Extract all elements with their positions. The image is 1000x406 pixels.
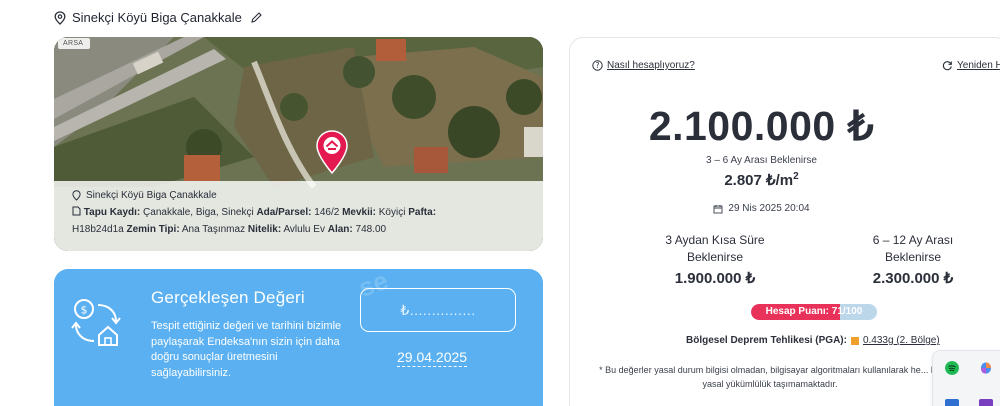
location-pin-icon xyxy=(72,190,81,201)
how-we-calculate-link[interactable]: ? Nasıl hesaplıyoruz? xyxy=(592,60,695,71)
document-icon xyxy=(72,206,81,216)
app-icon[interactable] xyxy=(979,399,993,406)
copilot-icon[interactable] xyxy=(979,361,993,375)
mevki-value: Köyiçi xyxy=(378,207,406,218)
spotify-icon[interactable] xyxy=(945,361,959,375)
realized-value-description: Tespit ettiğiniz değeri ve tarihini bizi… xyxy=(151,320,342,379)
how-we-calculate-text[interactable]: Nasıl hesaplıyoruz? xyxy=(607,60,695,71)
ada-value: 146/2 xyxy=(314,207,340,218)
parcel-location-text: Sinekçi Köyü Biga Çanakkale xyxy=(86,190,217,201)
price-condition: 3 – 6 Ay Arası Beklenirse xyxy=(706,155,817,166)
alan-label: Alan: xyxy=(327,224,353,235)
realized-value-card: se $ Gerçekleşen Değeri Tespit ettiğiniz… xyxy=(54,269,543,406)
risk-level-swatch xyxy=(850,336,859,345)
valuation-datetime-text: 29 Nis 2025 20:04 xyxy=(728,203,810,214)
property-type-tag: ARSA xyxy=(58,38,91,49)
satellite-map-card[interactable]: ARSA Sinekçi Köyü Biga Çanakkale Tapu Ka… xyxy=(54,37,543,251)
recalculate-link[interactable]: Yeniden H xyxy=(942,60,1000,71)
realized-value-input[interactable]: ₺............... xyxy=(360,288,516,332)
map-marker-icon[interactable] xyxy=(316,130,348,174)
zemin-value: Ana Taşınmaz xyxy=(181,224,246,235)
m2-superscript: 2 xyxy=(793,171,799,182)
nitelik-label: Nitelik: xyxy=(247,224,282,235)
long-term-label-2: Beklenirse xyxy=(884,250,942,264)
location-header-text: Sinekçi Köyü Biga Çanakkale xyxy=(72,10,242,25)
svg-text:?: ? xyxy=(596,61,600,70)
long-term-label-1: 6 – 12 Ay Arası xyxy=(872,233,954,247)
zemin-label: Zemin Tipi: xyxy=(126,224,180,235)
short-term-label-1: 3 Aydan Kısa Süre xyxy=(665,233,765,247)
earthquake-risk: Bölgesel Deprem Tehlikesi (PGA): 0.433g … xyxy=(570,335,1000,346)
pafta-value: H18b24d1a xyxy=(72,224,124,235)
parcel-details-line-2: H18b24d1a Zemin Tipi: Ana Taşınmaz Nitel… xyxy=(72,221,525,238)
money-house-exchange-icon: $ xyxy=(71,299,121,346)
location-pin-icon xyxy=(54,10,66,25)
refresh-icon xyxy=(942,61,952,71)
pafta-label: Pafta: xyxy=(408,207,437,218)
calculation-score-bar: Hesap Puanı: 71/100 xyxy=(751,304,877,320)
floating-app-panel[interactable] xyxy=(932,350,1000,406)
tapu-label: Tapu Kaydı: xyxy=(83,207,141,218)
long-term-value: 2.300.000 ₺ xyxy=(872,270,954,287)
svg-text:$: $ xyxy=(81,304,88,317)
price-per-m2: 2.807 ₺/m2 xyxy=(570,171,953,189)
location-header: Sinekçi Köyü Biga Çanakkale xyxy=(54,10,263,25)
short-term-label-2: Beklenirse xyxy=(686,250,744,264)
short-term-estimate: 3 Aydan Kısa Süre Beklenirse 1.900.000 ₺ xyxy=(640,232,790,287)
ada-label: Ada/Parsel: xyxy=(256,207,312,218)
earthquake-risk-value[interactable]: 0.433g (2. Bölge) xyxy=(863,335,940,346)
page: Sinekçi Köyü Biga Çanakkale ARSA Sinekçi… xyxy=(0,0,1000,406)
calendar-icon xyxy=(713,204,723,213)
realized-date-input[interactable]: 29.04.2025 xyxy=(397,349,468,367)
app-icon[interactable] xyxy=(945,399,959,406)
alan-value: 748.00 xyxy=(355,224,387,235)
price-per-m2-value: 2.807 ₺/m xyxy=(724,172,794,189)
estimated-price: 2.100.000 ₺ xyxy=(648,103,875,149)
calculation-score-text: Hesap Puanı: 71/100 xyxy=(765,306,863,317)
question-circle-icon: ? xyxy=(592,60,603,71)
tapu-value: Çanakkale, Biga, Sinekçi xyxy=(143,207,254,218)
nitelik-value: Avlulu Ev xyxy=(283,224,325,235)
recalculate-text[interactable]: Yeniden H xyxy=(957,60,1000,71)
mevki-label: Mevkii: xyxy=(342,207,376,218)
realized-value-title: Gerçekleşen Değeri xyxy=(151,288,305,307)
earthquake-risk-label: Bölgesel Deprem Tehlikesi (PGA): xyxy=(686,335,847,346)
short-term-value: 1.900.000 ₺ xyxy=(674,270,756,287)
parcel-details-line-1: Tapu Kaydı: Çanakkale, Biga, Sinekçi Ada… xyxy=(72,204,525,221)
disclaimer-text: * Bu değerler yasal durum bilgisi olmada… xyxy=(599,365,941,389)
long-term-estimate: 6 – 12 Ay Arası Beklenirse 2.300.000 ₺ xyxy=(838,232,988,287)
parcel-info-panel: Sinekçi Köyü Biga Çanakkale Tapu Kaydı: … xyxy=(54,181,543,251)
edit-pencil-icon[interactable] xyxy=(250,11,263,24)
parcel-location-row: Sinekçi Köyü Biga Çanakkale xyxy=(72,187,525,204)
valuation-datetime: 29 Nis 2025 20:04 xyxy=(570,203,953,214)
